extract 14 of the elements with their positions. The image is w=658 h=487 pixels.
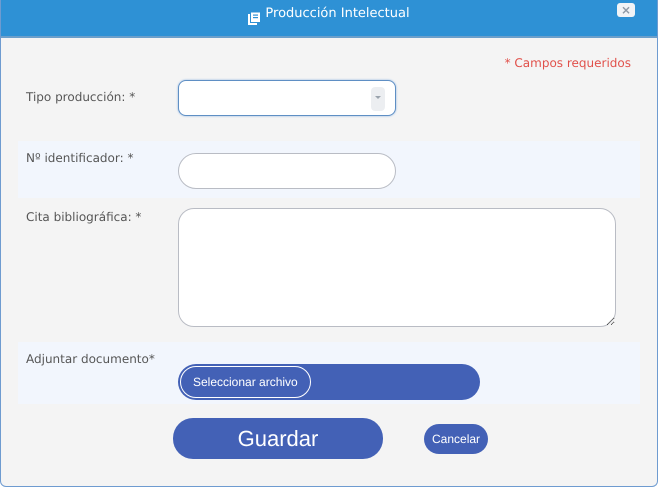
book-icon <box>248 12 262 24</box>
required-note: * Campos requeridos <box>504 55 632 72</box>
input-field[interactable] <box>178 153 396 189</box>
file-field[interactable]: Seleccionar archivo <box>178 364 480 400</box>
field-label: Tipo producción: * <box>26 89 136 106</box>
field-label: Adjuntar documento* <box>26 351 156 368</box>
choose-file-button[interactable]: Seleccionar archivo <box>180 366 311 398</box>
field-label: Cita bibliográfica: * <box>26 209 142 226</box>
cancel-button[interactable]: Cancelar <box>424 424 488 454</box>
field-label: Nº identificador: * <box>26 150 134 167</box>
select-field[interactable] <box>178 80 396 116</box>
text-area[interactable] <box>178 208 616 327</box>
window-title: Producción Intelectual <box>265 5 410 24</box>
save-button[interactable]: Guardar <box>173 418 383 459</box>
